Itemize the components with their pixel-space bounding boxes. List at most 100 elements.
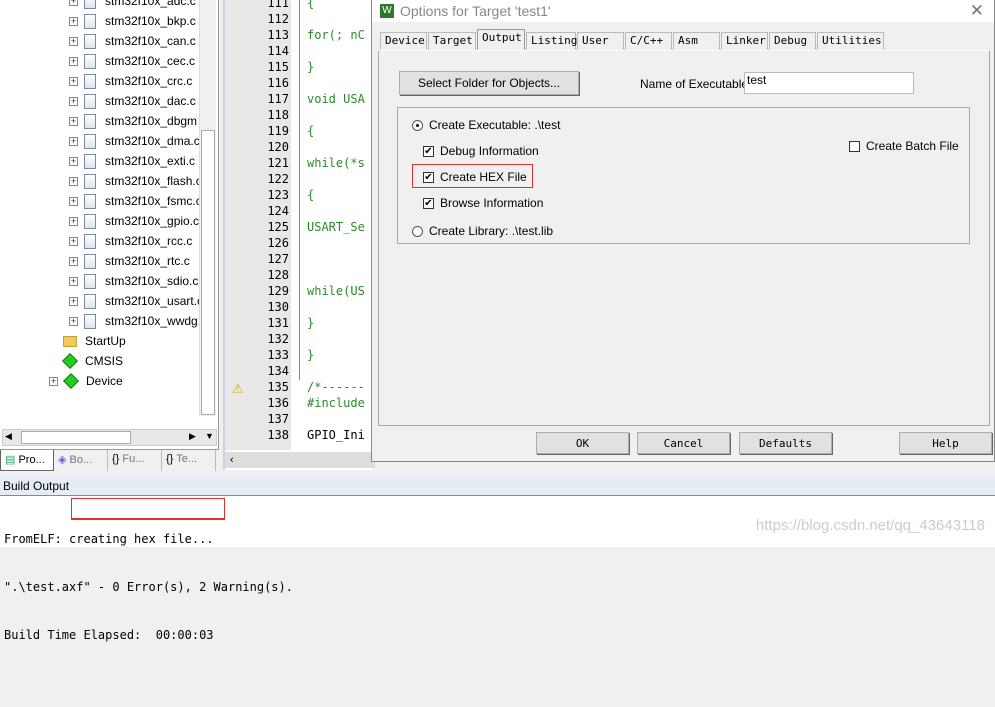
tree-file-item[interactable]: + stm32f10x_adc.c bbox=[69, 0, 196, 11]
tab-listing[interactable]: Listing bbox=[526, 32, 577, 50]
tree-file-item[interactable]: + stm32f10x_cec.c bbox=[69, 51, 195, 71]
tree-file-item[interactable]: + stm32f10x_dbgm bbox=[69, 111, 197, 131]
tree-file-item[interactable]: + stm32f10x_bkp.c bbox=[69, 11, 196, 31]
ok-button[interactable]: OK bbox=[536, 432, 629, 454]
vertical-scrollbar[interactable] bbox=[199, 0, 216, 416]
expand-icon[interactable]: + bbox=[69, 136, 78, 146]
options-dialog: W Options for Target 'test1' ✕ Device Tar… bbox=[371, 0, 995, 462]
expand-icon[interactable]: + bbox=[69, 116, 78, 126]
file-icon bbox=[84, 253, 96, 269]
tree-file-item[interactable]: + stm32f10x_rtc.c bbox=[69, 251, 190, 271]
tree-file-item[interactable]: + stm32f10x_dma.c bbox=[69, 131, 200, 151]
tab-device[interactable]: Device bbox=[380, 32, 427, 50]
tree-file-item[interactable]: + stm32f10x_usart.c bbox=[69, 291, 203, 311]
debug-information-checkbox[interactable]: ✔ Debug Information bbox=[423, 144, 539, 158]
tab-utilities[interactable]: Utilities bbox=[817, 32, 884, 50]
expand-icon[interactable]: + bbox=[69, 276, 78, 286]
create-library-radio[interactable]: Create Library: .\test.lib bbox=[412, 224, 553, 238]
code-line: /*------ bbox=[307, 380, 365, 394]
expand-icon[interactable]: + bbox=[69, 216, 78, 226]
create-batch-file-checkbox[interactable]: Create Batch File bbox=[849, 139, 959, 153]
tab-user[interactable]: User bbox=[577, 32, 624, 50]
create-hex-file-checkbox[interactable]: ✔ Create HEX File bbox=[423, 170, 527, 184]
expand-icon[interactable]: + bbox=[69, 16, 78, 26]
expand-icon[interactable]: + bbox=[69, 296, 78, 306]
tab-label: Pro... bbox=[18, 454, 45, 466]
tree-file-item[interactable]: + stm32f10x_crc.c bbox=[69, 71, 192, 91]
expand-icon[interactable]: + bbox=[69, 0, 78, 6]
tree-group-item[interactable]: StartUp bbox=[63, 331, 126, 351]
file-label: stm32f10x_rcc.c bbox=[105, 234, 193, 248]
expand-icon[interactable]: + bbox=[69, 156, 78, 166]
scroll-right-icon[interactable]: ▶ bbox=[189, 431, 196, 442]
browse-information-checkbox[interactable]: ✔ Browse Information bbox=[423, 196, 543, 210]
tree-file-item[interactable]: + stm32f10x_gpio.c bbox=[69, 211, 199, 231]
expand-icon[interactable]: + bbox=[69, 256, 78, 266]
tab-functions[interactable]: {} Fu... bbox=[108, 450, 162, 471]
tree-file-item[interactable]: + stm32f10x_exti.c bbox=[69, 151, 195, 171]
expand-icon[interactable]: + bbox=[69, 196, 78, 206]
line-number: 118 bbox=[267, 108, 289, 122]
code-line: while(US bbox=[307, 284, 365, 298]
expand-icon[interactable]: + bbox=[49, 376, 58, 386]
tree-file-item[interactable]: + stm32f10x_flash.c bbox=[69, 171, 202, 191]
tab-project[interactable]: ▤ Pro... bbox=[0, 450, 54, 471]
line-number: 116 bbox=[267, 76, 289, 90]
dropdown-icon[interactable]: ▼ bbox=[205, 431, 214, 441]
tree-file-item[interactable]: + stm32f10x_sdio.c bbox=[69, 271, 198, 291]
expand-icon[interactable]: + bbox=[69, 316, 78, 326]
file-label: stm32f10x_gpio.c bbox=[105, 214, 200, 228]
file-label: stm32f10x_rtc.c bbox=[105, 254, 190, 268]
file-label: stm32f10x_cec.c bbox=[105, 54, 196, 68]
file-label: stm32f10x_crc.c bbox=[105, 74, 193, 88]
option-label: Create Library: .\test.lib bbox=[429, 224, 554, 238]
tree-file-item[interactable]: + stm32f10x_rcc.c bbox=[69, 231, 192, 251]
scroll-thumb[interactable] bbox=[201, 130, 215, 415]
expand-icon[interactable]: + bbox=[69, 96, 78, 106]
scroll-thumb[interactable] bbox=[21, 431, 131, 444]
expand-icon[interactable]: + bbox=[69, 56, 78, 66]
tree-group-item[interactable]: + Device bbox=[49, 371, 123, 391]
dialog-title: Options for Target 'test1' bbox=[400, 3, 551, 19]
scroll-left-icon[interactable]: ‹ bbox=[225, 454, 234, 466]
defaults-button[interactable]: Defaults bbox=[739, 432, 832, 454]
name-of-executable-label: Name of Executable: bbox=[640, 77, 752, 91]
close-icon[interactable]: ✕ bbox=[970, 1, 984, 21]
file-label: stm32f10x_fsmc.c bbox=[105, 194, 202, 208]
tree-group-item[interactable]: CMSIS bbox=[62, 351, 123, 371]
expand-icon[interactable]: + bbox=[69, 176, 78, 186]
tree-file-item[interactable]: + stm32f10x_fsmc.c bbox=[69, 191, 202, 211]
expand-icon[interactable]: + bbox=[69, 76, 78, 86]
help-button[interactable]: Help bbox=[899, 432, 992, 454]
radio-empty-icon bbox=[412, 225, 423, 237]
horizontal-scrollbar[interactable]: ◀ ▶ ▼ bbox=[2, 429, 217, 446]
file-label: stm32f10x_dma.c bbox=[105, 134, 200, 148]
tree-file-item[interactable]: + stm32f10x_wwdg. bbox=[69, 311, 201, 331]
create-executable-radio[interactable]: Create Executable: .\test bbox=[412, 118, 560, 132]
tab-books[interactable]: ◈ Bo... bbox=[54, 450, 108, 471]
line-number: 130 bbox=[267, 300, 289, 314]
tree-file-item[interactable]: + stm32f10x_can.c bbox=[69, 31, 196, 51]
scroll-left-icon[interactable]: ◀ bbox=[5, 431, 12, 442]
file-label: stm32f10x_can.c bbox=[105, 34, 196, 48]
name-of-executable-input[interactable] bbox=[744, 72, 914, 94]
tab-asm[interactable]: Asm bbox=[673, 32, 720, 50]
cancel-button[interactable]: Cancel bbox=[637, 432, 730, 454]
tab-templates[interactable]: {} Te... bbox=[162, 450, 216, 471]
tab-debug[interactable]: Debug bbox=[769, 32, 816, 50]
tree-file-item[interactable]: + stm32f10x_dac.c bbox=[69, 91, 196, 111]
code-line: { bbox=[307, 124, 315, 138]
expand-icon[interactable]: + bbox=[69, 236, 78, 246]
tab-target[interactable]: Target bbox=[428, 32, 476, 50]
tab-output[interactable]: Output bbox=[477, 29, 525, 51]
editor-hscrollbar[interactable]: ‹ bbox=[225, 452, 375, 468]
select-folder-button[interactable]: Select Folder for Objects... bbox=[399, 71, 579, 95]
button-label: OK bbox=[575, 436, 590, 450]
tab-linker[interactable]: Linker bbox=[721, 32, 768, 50]
expand-icon[interactable]: + bbox=[69, 36, 78, 46]
project-icon: ▤ bbox=[5, 454, 16, 466]
code-editor[interactable]: 111 112 113 114 115 116 117 118 119 120 121 122 123 1… bbox=[223, 0, 375, 470]
tab-cc[interactable]: C/C++ bbox=[625, 32, 672, 50]
dialog-titlebar: W Options for Target 'test1' ✕ bbox=[372, 0, 994, 22]
file-icon bbox=[84, 133, 96, 149]
